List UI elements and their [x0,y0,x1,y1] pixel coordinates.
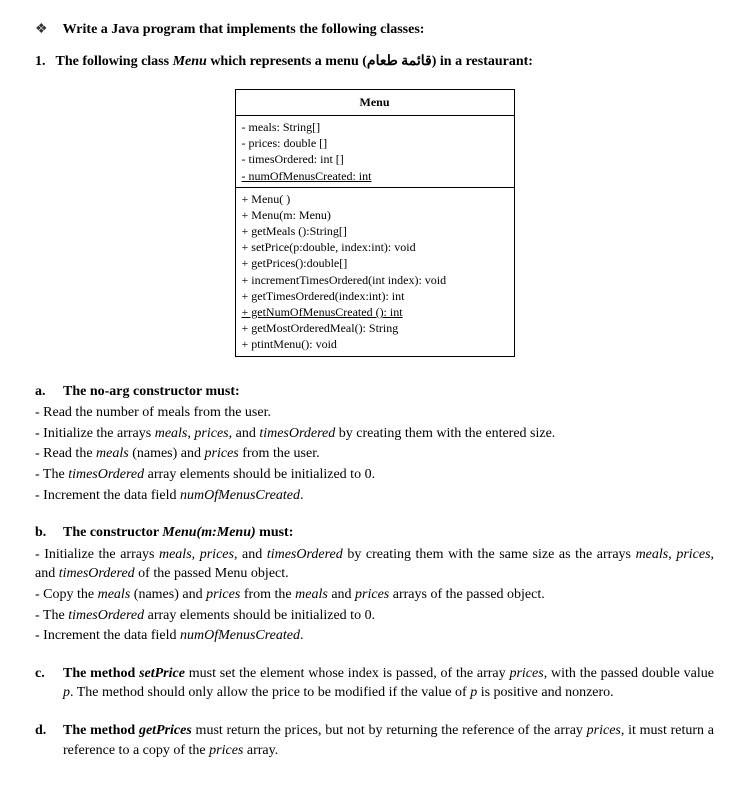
header-text: Write a Java program that implements the… [63,20,425,40]
uml-diagram: Menu - meals: String[] - prices: double … [35,89,714,356]
bullet: - The timesOrdered array elements should… [35,606,714,626]
attr: - prices: double [] [242,135,508,151]
label-d: d. [35,721,53,741]
attr: - meals: String[] [242,119,508,135]
label-c: c. [35,664,53,684]
t: which represents a menu [207,54,362,69]
bullet: - Initialize the arrays meals, prices, a… [35,545,714,584]
bullet: - The timesOrdered array elements should… [35,465,714,485]
uml-operations: + Menu( ) + Menu(m: Menu) + getMeals ():… [235,187,514,356]
head-b: The constructor Menu(m:Menu) must: [63,523,293,543]
label-b: b. [35,523,53,543]
op: + getTimesOrdered(index:int): int [242,288,508,304]
body-d: The method getPrices must return the pri… [63,721,714,760]
section-b: b. The constructor Menu(m:Menu) must: - … [35,523,714,646]
item-text: The following class Menu which represent… [56,52,533,72]
bullet: - Increment the data field numOfMenusCre… [35,486,714,506]
bullet: - Read the meals (names) and prices from… [35,444,714,464]
op: + getPrices():double[] [242,255,508,271]
uml-title: Menu [235,90,514,116]
class-name: Menu [173,54,207,69]
t: The following class [56,54,173,69]
bullet: - Copy the meals (names) and prices from… [35,585,714,605]
bullet-diamond: ❖ [35,20,48,40]
item-1: 1. The following class Menu which repres… [35,52,714,72]
op: + getMostOrderedMeal(): String [242,320,508,336]
attr: - timesOrdered: int [] [242,151,508,167]
head-a: The no-arg constructor must: [63,382,240,402]
op: + Menu( ) [242,191,508,207]
op: + ptintMenu(): void [242,336,508,352]
bullet: - Increment the data field numOfMenusCre… [35,626,714,646]
header: ❖ Write a Java program that implements t… [35,20,714,40]
bullet: - Initialize the arrays meals, prices, a… [35,424,714,444]
attr-static: - numOfMenusCreated: int [242,168,508,184]
section-a: a. The no-arg constructor must: - Read t… [35,382,714,506]
body-c: The method setPrice must set the element… [63,664,714,703]
op: + setPrice(p:double, index:int): void [242,239,508,255]
op-static: + getNumOfMenusCreated (): int [242,304,508,320]
item-number: 1. [35,52,46,72]
uml-attributes: - meals: String[] - prices: double [] - … [235,115,514,187]
label-a: a. [35,382,53,402]
arabic: (قائمة طعام) [362,54,436,69]
section-d: d. The method getPrices must return the … [35,721,714,760]
t: in a restaurant: [436,54,533,69]
bullet: - Read the number of meals from the user… [35,403,714,423]
op: + incrementTimesOrdered(int index): void [242,272,508,288]
op: + Menu(m: Menu) [242,207,508,223]
op: + getMeals ():String[] [242,223,508,239]
section-c: c. The method setPrice must set the elem… [35,664,714,703]
